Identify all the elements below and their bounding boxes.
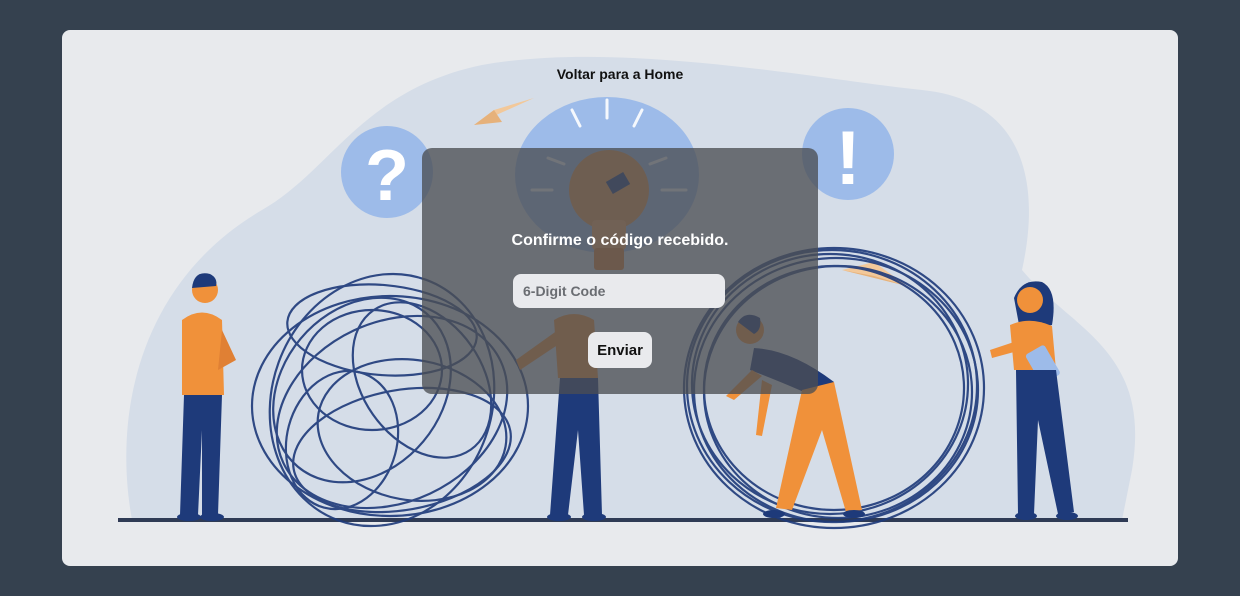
verification-title: Confirme o código recebido. bbox=[511, 232, 729, 249]
question-bubble-icon: ? bbox=[341, 126, 433, 218]
verification-panel: Confirme o código recebido. Enviar bbox=[422, 148, 818, 394]
back-to-home-link[interactable]: Voltar para a Home bbox=[62, 66, 1178, 82]
main-card: ? ! Voltar para a Home Confirme o código… bbox=[62, 30, 1178, 566]
code-input[interactable] bbox=[513, 274, 725, 308]
question-mark-glyph: ? bbox=[365, 136, 409, 216]
exclamation-mark-glyph: ! bbox=[835, 116, 860, 201]
send-button[interactable]: Enviar bbox=[588, 332, 652, 368]
